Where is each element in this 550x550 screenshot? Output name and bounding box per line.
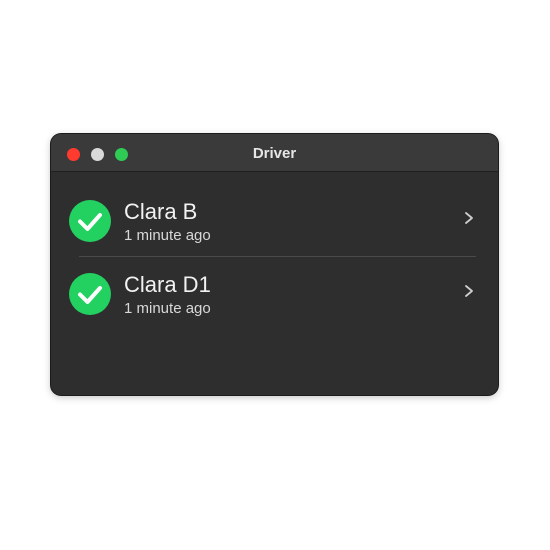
driver-window: Driver Clara B 1 minute ago Clara D1 1 m…	[51, 134, 498, 395]
item-time: 1 minute ago	[124, 300, 211, 317]
list-item[interactable]: Clara D1 1 minute ago	[51, 257, 498, 341]
item-name: Clara D1	[124, 272, 211, 297]
check-circle-icon	[69, 200, 111, 242]
list-item[interactable]: Clara B 1 minute ago	[51, 172, 498, 256]
check-circle-icon	[69, 273, 111, 315]
item-time: 1 minute ago	[124, 227, 211, 244]
chevron-right-icon[interactable]	[464, 211, 474, 230]
window-title: Driver	[252, 145, 297, 162]
item-name: Clara B	[124, 199, 198, 224]
title-bar: Driver	[51, 134, 498, 172]
chevron-right-icon[interactable]	[464, 284, 474, 303]
driver-list: Clara B 1 minute ago Clara D1 1 minute a…	[51, 172, 498, 341]
